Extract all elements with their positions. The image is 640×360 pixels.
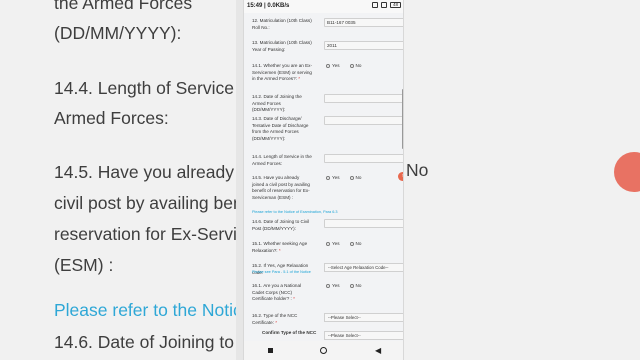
q141-text: 14.1. Whether you are an Ex-Servicemen (… xyxy=(252,63,313,82)
scroll-top-button[interactable]: ↑ xyxy=(398,172,403,181)
radio-label: No xyxy=(355,283,362,288)
q152-select[interactable]: --Select Age Relaxation Code-- xyxy=(324,263,403,272)
status-time: 15:49 | 0.0KB/s xyxy=(247,3,290,9)
required-star: * xyxy=(278,247,281,253)
radio-icon xyxy=(326,242,330,247)
radio-label: No xyxy=(355,175,362,180)
signal-icon xyxy=(381,2,387,8)
bg-line: the Armed Forces xyxy=(54,0,193,13)
bg-line: 14.5. Have you already joi xyxy=(54,162,236,182)
q161-label: 16.1. Are you a National Cadet Corps (NC… xyxy=(252,283,312,303)
radio-icon xyxy=(349,64,354,69)
q143-input[interactable] xyxy=(324,116,403,125)
nav-bar: ◀ xyxy=(244,341,403,360)
q161-no[interactable]: No xyxy=(349,283,362,290)
bg-line: civil post by availing bene xyxy=(54,193,236,213)
q146-input[interactable] xyxy=(324,219,403,228)
q145-no[interactable]: No xyxy=(349,175,362,182)
bg-line: Please refer to the Notice of xyxy=(54,300,236,320)
q143-label: 14.3. Date of Discharge/ Tentative Date … xyxy=(252,116,309,141)
bg-line: (DD/MM/YYYY): xyxy=(54,23,182,43)
radio-label: Yes xyxy=(332,63,340,68)
q141-yes[interactable]: Yes xyxy=(326,63,340,70)
home-icon[interactable] xyxy=(320,347,328,354)
q12-input[interactable]: B11-167 0035 xyxy=(324,18,403,27)
confirm-label: Confirm Type of the NCC xyxy=(262,330,317,335)
bg-line: Armed Forces: xyxy=(54,108,169,128)
required-star: * xyxy=(298,76,301,82)
radio-icon xyxy=(326,64,330,69)
bg-line: 14.6. Date of Joining to Ci xyxy=(54,332,236,352)
bg-line: reservation for Ex-Service xyxy=(54,224,236,244)
radio-icon xyxy=(349,176,354,181)
q144-input[interactable] xyxy=(324,154,403,163)
wifi-icon xyxy=(372,2,378,8)
radio-icon xyxy=(326,284,330,289)
battery-icon: 48 xyxy=(390,2,401,8)
q13-label: 13. Matriculation (10th Class) Year of P… xyxy=(252,40,312,52)
q152-note[interactable]: Please see Para - 5.1 of the Notice xyxy=(252,270,311,276)
q12-label: 12. Matriculation (10th Class) Roll No.: xyxy=(252,18,312,30)
q142-input[interactable] xyxy=(324,94,403,103)
q141-label: 14.1. Whether you are an Ex-Servicemen (… xyxy=(252,63,312,83)
q144-label: 14.4. Length of Service in the Armed For… xyxy=(252,154,312,166)
q142-label: 14.2. Date of Joining the Armed Forces (… xyxy=(252,94,302,113)
radio-label: Yes xyxy=(332,283,340,288)
required-star: * xyxy=(293,296,295,302)
q162-label: 16.2. Type of the NCC Certificate: * xyxy=(252,313,312,326)
q13-input[interactable]: 2011 xyxy=(324,41,403,50)
radio-icon xyxy=(326,176,330,181)
q145-radio: Yes No xyxy=(326,175,361,182)
required-star: * xyxy=(275,319,278,325)
fab-blur xyxy=(614,152,640,192)
bg-line: (ESM) : xyxy=(54,255,114,275)
q141-radio: Yes No xyxy=(326,63,361,70)
radio-icon xyxy=(349,242,354,247)
scrollbar[interactable] xyxy=(402,89,403,149)
bg-line: No xyxy=(406,160,429,180)
q162-select[interactable]: --Please Select-- xyxy=(324,313,403,322)
form-content[interactable]: 12. Matriculation (10th Class) Roll No.:… xyxy=(244,13,403,341)
q151-label: 15.1. Whether seeking Age Relaxation?: * xyxy=(252,241,312,254)
recent-apps-icon[interactable] xyxy=(267,348,273,353)
q151-yes[interactable]: Yes xyxy=(326,241,340,248)
q145-note[interactable]: Please refer to the Notice of Examinatio… xyxy=(252,210,337,216)
phone-screen: 15:49 | 0.0KB/s 48 12. Matriculation (10… xyxy=(243,0,404,360)
status-bar: 15:49 | 0.0KB/s 48 xyxy=(244,0,403,13)
radio-label: No xyxy=(355,241,362,246)
radio-label: Yes xyxy=(332,175,340,180)
q151-no[interactable]: No xyxy=(349,241,362,248)
background-zoom-left: the Armed Forces (DD/MM/YYYY): 14.4. Len… xyxy=(0,0,236,360)
confirm-select[interactable]: --Please Select-- xyxy=(324,331,403,340)
radio-label: No xyxy=(355,63,362,68)
background-zoom-right: No xyxy=(404,0,640,360)
q145-label: 14.5. Have you already joined a civil po… xyxy=(252,175,310,200)
radio-label: Yes xyxy=(332,241,340,246)
radio-icon xyxy=(349,284,354,289)
q151-radio: Yes No xyxy=(326,241,361,248)
back-icon[interactable]: ◀ xyxy=(375,346,381,355)
q161-radio: Yes No xyxy=(326,283,361,290)
q145-yes[interactable]: Yes xyxy=(326,175,340,182)
bg-line: 14.4. Length of Service in xyxy=(54,78,236,98)
q146-label: 14.6. Date of Joining to Civil Post (DD/… xyxy=(252,219,310,231)
q161-yes[interactable]: Yes xyxy=(326,283,340,290)
status-icons: 48 xyxy=(372,2,401,8)
q141-no[interactable]: No xyxy=(349,63,362,70)
